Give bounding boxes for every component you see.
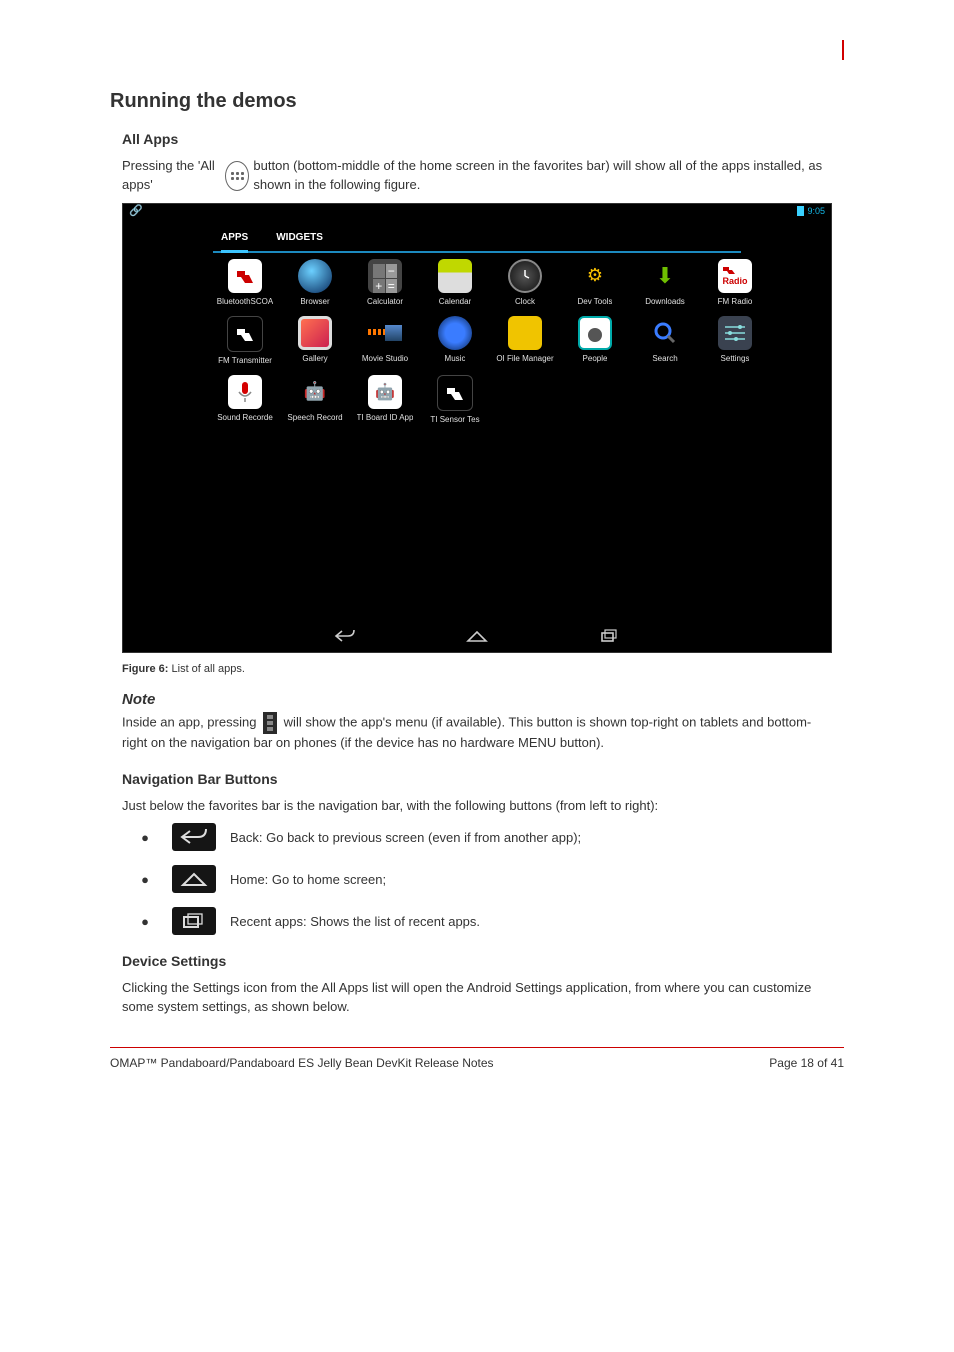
recent-apps-icon[interactable]	[598, 629, 620, 646]
app-music[interactable]: Music	[423, 316, 487, 365]
nav-item-text: Home: Go to home screen;	[230, 872, 386, 887]
app-label: Calendar	[439, 297, 471, 306]
app-label: Speech Record	[287, 413, 342, 422]
footer: OMAP™ Pandaboard/Pandaboard ES Jelly Bea…	[110, 1047, 844, 1070]
note-block: Note Inside an app, pressing will show t…	[122, 691, 832, 753]
app-dev-tools[interactable]: ⚙Dev Tools	[563, 259, 627, 306]
home-icon	[172, 865, 216, 893]
back-icon	[172, 823, 216, 851]
tab-apps[interactable]: APPS	[221, 232, 248, 253]
subsection-all-apps: All Apps	[122, 131, 844, 147]
app-ti-board-id-app[interactable]: 🤖TI Board ID App	[353, 375, 417, 424]
nav-item-text: Recent apps: Shows the list of recent ap…	[230, 914, 480, 929]
apps-intro-text: Pressing the 'All apps' button (bottom-m…	[122, 157, 832, 195]
app-label: Downloads	[645, 297, 685, 306]
app-label: Calculator	[367, 297, 403, 306]
figure-caption-num: Figure 6:	[122, 663, 168, 675]
app-speech-record[interactable]: 🤖Speech Record	[283, 375, 347, 424]
battery-icon	[797, 206, 804, 216]
note-body: Inside an app, pressing will show the ap…	[122, 712, 832, 753]
figure-caption-text: List of all apps.	[168, 663, 244, 675]
app-bluetoothscoa[interactable]: BluetoothSCOA	[213, 259, 277, 306]
app-downloads[interactable]: ⬇Downloads	[633, 259, 697, 306]
app-people[interactable]: People	[563, 316, 627, 365]
app-label: FM Radio	[718, 297, 753, 306]
home-icon[interactable]	[466, 629, 488, 646]
app-browser[interactable]: Browser	[283, 259, 347, 306]
nav-item-recent: ● Recent apps: Shows the list of recent a…	[122, 907, 832, 935]
app-grid: BluetoothSCOA Browser −+=Calculator Calenda…	[213, 259, 751, 424]
app-oi-file-manager[interactable]: OI File Manager	[493, 316, 557, 365]
app-label: TI Board ID App	[357, 413, 414, 422]
apps-tabs: APPS WIDGETS	[213, 232, 741, 253]
app-label: People	[583, 354, 608, 363]
bullet: ●	[122, 872, 172, 887]
app-label: Browser	[300, 297, 329, 306]
apps-intro-post: button (bottom-middle of the home screen…	[253, 157, 832, 195]
all-apps-icon	[225, 161, 249, 191]
menu-dots-icon	[263, 712, 277, 734]
section-title: Running the demos	[110, 90, 844, 113]
app-label: Settings	[721, 354, 750, 363]
bullet: ●	[122, 914, 172, 929]
tab-widgets[interactable]: WIDGETS	[276, 232, 323, 247]
app-clock[interactable]: Clock	[493, 259, 557, 306]
recent-icon	[172, 907, 216, 935]
nav-item-back: ● Back: Go back to previous screen (even …	[122, 823, 832, 851]
footer-right: Page 18 of 41	[769, 1056, 844, 1070]
app-search[interactable]: Search	[633, 316, 697, 365]
nav-bar	[123, 629, 831, 646]
subsection-device-settings: Device Settings	[122, 953, 844, 969]
nav-item-home: ● Home: Go to home screen;	[122, 865, 832, 893]
app-label: Clock	[515, 297, 535, 306]
status-bar: 🔗 9:05	[123, 204, 831, 218]
nav-item-text: Back: Go back to previous screen (even i…	[230, 830, 581, 845]
subsection-nav-buttons: Navigation Bar Buttons	[122, 771, 844, 787]
bullet: ●	[122, 830, 172, 845]
app-settings[interactable]: Settings	[703, 316, 767, 365]
app-calculator[interactable]: −+=Calculator	[353, 259, 417, 306]
app-movie-studio[interactable]: Movie Studio	[353, 316, 417, 365]
app-sound-recorde[interactable]: Sound Recorde	[213, 375, 277, 424]
app-label: FM Transmitter	[218, 356, 272, 365]
app-label: Movie Studio	[362, 354, 408, 363]
screenshot-all-apps: 🔗 9:05 APPS WIDGETS BluetoothSCOA Browser…	[122, 203, 832, 653]
app-ti-sensor-tes[interactable]: TI Sensor Tes	[423, 375, 487, 424]
note-head: Note	[122, 691, 832, 708]
app-fm-radio[interactable]: RadioFM Radio	[703, 259, 767, 306]
debug-icon: 🔗	[129, 204, 143, 217]
figure-caption: Figure 6: List of all apps.	[122, 663, 832, 675]
settings-text: Clicking the Settings icon from the All …	[122, 979, 832, 1017]
nav-intro: Just below the favorites bar is the navi…	[122, 797, 832, 816]
app-calendar[interactable]: Calendar	[423, 259, 487, 306]
app-label: Search	[652, 354, 677, 363]
note-pre: Inside an app, pressing	[122, 714, 260, 729]
header-page-no	[110, 40, 844, 60]
app-label: Sound Recorde	[217, 413, 273, 422]
app-fm-transmitter[interactable]: FM Transmitter	[213, 316, 277, 365]
app-label: BluetoothSCOA	[217, 297, 273, 306]
footer-left: OMAP™ Pandaboard/Pandaboard ES Jelly Bea…	[110, 1056, 494, 1070]
status-time: 9:05	[807, 206, 825, 216]
app-label: Gallery	[302, 354, 327, 363]
app-label: Dev Tools	[578, 297, 613, 306]
app-label: OI File Manager	[496, 354, 553, 363]
back-icon[interactable]	[334, 629, 356, 646]
app-label: Music	[445, 354, 466, 363]
apps-intro-pre: Pressing the 'All apps'	[122, 157, 221, 195]
nav-list: ● Back: Go back to previous screen (even …	[122, 823, 832, 935]
app-gallery[interactable]: Gallery	[283, 316, 347, 365]
app-label: TI Sensor Tes	[430, 415, 479, 424]
